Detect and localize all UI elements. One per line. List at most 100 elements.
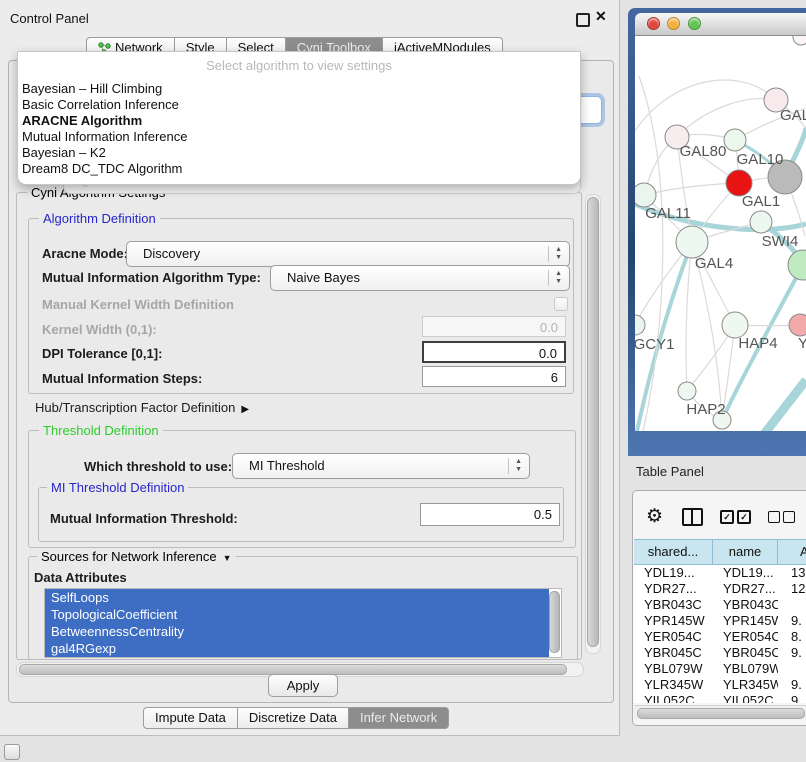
listbox-scrollbar-thumb[interactable] xyxy=(549,591,560,653)
settings-vertical-scrollbar[interactable] xyxy=(585,194,601,654)
algorithm-option-dream8-dc-tdc-algorithm[interactable]: Dream8 DC_TDC Algorithm xyxy=(18,161,580,177)
hub-definition-toggle[interactable]: Hub/Transcription Factor Definition▶ xyxy=(35,400,249,415)
manual-kernel-width-checkbox[interactable] xyxy=(554,297,568,311)
close-window-icon[interactable] xyxy=(647,17,660,30)
network-edge[interactable] xyxy=(761,380,806,431)
sources-title-text: Sources for Network Inference xyxy=(41,549,217,564)
table-cell: 9. xyxy=(778,613,806,629)
table-row[interactable]: YDL19...YDL19...13 xyxy=(634,565,806,581)
network-node-y[interactable] xyxy=(789,314,806,336)
network-edge[interactable] xyxy=(635,80,776,131)
algorithm-option-basic-correlation-inference[interactable]: Basic Correlation Inference xyxy=(18,97,580,113)
unchecked-box-icon xyxy=(783,511,795,523)
network-node[interactable] xyxy=(793,36,806,45)
sources-group-title[interactable]: Sources for Network Inference ▼ xyxy=(37,549,236,564)
table-cell: YPR145W xyxy=(634,613,713,629)
minimize-window-icon[interactable] xyxy=(667,17,680,30)
dpi-tolerance-label: DPI Tolerance [0,1]: xyxy=(42,346,162,361)
settings-vscroll-thumb[interactable] xyxy=(587,197,599,647)
data-attributes-listbox[interactable]: SelfLoopsTopologicalCoefficientBetweenne… xyxy=(44,588,562,658)
aracne-mode-combo[interactable]: Discovery ▲▼ xyxy=(126,241,570,267)
split-columns-icon[interactable] xyxy=(682,508,703,526)
restore-panel-icon[interactable] xyxy=(4,744,20,760)
table-row[interactable]: YLR345WYLR345W9. xyxy=(634,677,806,693)
network-node-hap2[interactable] xyxy=(678,382,696,400)
mi-algorithm-type-combo[interactable]: Naive Bayes ▲▼ xyxy=(270,265,570,291)
network-window-titlebar[interactable] xyxy=(635,13,806,36)
bottom-tab-infer-network[interactable]: Infer Network xyxy=(349,707,449,729)
apply-button[interactable]: Apply xyxy=(268,674,338,697)
table-cell: YIL052C xyxy=(634,693,713,703)
hide-columns-icon[interactable] xyxy=(768,511,795,523)
kernel-width-field[interactable]: 0.0 xyxy=(422,316,566,337)
checked-box-icon: ✓ xyxy=(737,510,751,524)
table-row[interactable]: YBR043CYBR043C xyxy=(634,597,806,613)
network-node-swi4[interactable] xyxy=(750,211,772,233)
network-edge[interactable] xyxy=(644,183,739,195)
table-cell: YBR043C xyxy=(634,597,713,613)
data-attribute-item-betweennesscentrality[interactable]: BetweennessCentrality xyxy=(45,623,549,640)
data-attribute-item-selfloops[interactable]: SelfLoops xyxy=(45,589,549,606)
table-cell: 13 xyxy=(778,565,806,581)
mi-threshold-field[interactable]: 0.5 xyxy=(420,503,560,526)
cyni-mode-tab-bar: Impute DataDiscretize DataInfer Network xyxy=(143,707,449,729)
table-cell: YBL079W xyxy=(634,661,713,677)
column-header-a[interactable]: A xyxy=(778,539,806,565)
network-node-gal4[interactable] xyxy=(676,226,708,258)
network-node-gal10[interactable] xyxy=(724,129,746,151)
dpi-tolerance-field[interactable]: 0.0 xyxy=(422,341,566,363)
column-header-shared[interactable]: shared... xyxy=(634,539,713,565)
network-node[interactable] xyxy=(788,250,806,280)
network-node-gal11[interactable] xyxy=(635,183,656,207)
algorithm-option-aracne-algorithm[interactable]: ARACNE Algorithm xyxy=(18,113,580,129)
network-edge[interactable] xyxy=(686,242,692,391)
which-threshold-combo[interactable]: MI Threshold ▲▼ xyxy=(232,453,530,479)
node-label-y: Y xyxy=(798,335,806,352)
table-cell: 9. xyxy=(778,693,806,703)
checked-box-icon: ✓ xyxy=(720,510,734,524)
network-canvas[interactable]: GALGAL80GAL10GAL1GAL11SWI4GAL4GCY1HAP4YH… xyxy=(635,36,806,431)
data-attributes-label: Data Attributes xyxy=(34,570,127,585)
manual-kernel-width-label: Manual Kernel Width Definition xyxy=(42,297,234,312)
table-cell: YDR27... xyxy=(634,581,713,597)
float-panel-icon[interactable] xyxy=(576,13,590,27)
close-panel-icon[interactable]: ✕ xyxy=(595,8,607,25)
algorithm-dropdown-popup: Select algorithm to view settings Bayesi… xyxy=(17,51,581,185)
panel-title: Control Panel xyxy=(10,11,89,26)
data-attribute-item-topologicalcoefficient[interactable]: TopologicalCoefficient xyxy=(45,606,549,623)
bottom-tab-discretize-data[interactable]: Discretize Data xyxy=(238,707,349,729)
table-row[interactable]: YIL052CYIL052C9. xyxy=(634,693,806,703)
table-cell: YDL19... xyxy=(713,565,778,581)
algorithm-option-bayesian-k2[interactable]: Bayesian – K2 xyxy=(18,145,580,161)
column-header-name[interactable]: name xyxy=(713,539,778,565)
table-cell: YBR043C xyxy=(713,597,778,613)
gear-icon[interactable]: ⚙ xyxy=(646,507,663,527)
table-cell: YBL079W xyxy=(713,661,778,677)
table-cell: YDL19... xyxy=(634,565,713,581)
table-row[interactable]: YBR045CYBR045C9. xyxy=(634,645,806,661)
show-columns-icon[interactable]: ✓✓ xyxy=(720,510,751,524)
zoom-window-icon[interactable] xyxy=(688,17,701,30)
table-row[interactable]: YDR27...YDR27...12 xyxy=(634,581,806,597)
table-horizontal-scrollbar[interactable] xyxy=(634,705,806,719)
node-label-hap4: HAP4 xyxy=(738,335,777,352)
data-attribute-item-gal4rgexp[interactable]: gal4RGexp xyxy=(45,640,549,657)
bottom-tab-impute-data[interactable]: Impute Data xyxy=(143,707,238,729)
network-node-gcy1[interactable] xyxy=(635,315,645,335)
collapse-down-icon: ▼ xyxy=(223,553,232,563)
algorithm-dropdown-placeholder: Select algorithm to view settings xyxy=(18,52,580,81)
table-row[interactable]: YPR145WYPR145W9. xyxy=(634,613,806,629)
node-label-swi4: SWI4 xyxy=(762,233,799,250)
mi-steps-field[interactable]: 6 xyxy=(422,366,566,387)
which-threshold-label: Which threshold to use: xyxy=(84,459,232,474)
network-view-window[interactable]: GALGAL80GAL10GAL1GAL11SWI4GAL4GCY1HAP4YH… xyxy=(628,8,806,456)
table-hscroll-thumb[interactable] xyxy=(637,708,805,719)
algorithm-option-bayesian-hill-climbing[interactable]: Bayesian – Hill Climbing xyxy=(18,81,580,97)
table-row[interactable]: YER054CYER054C8. xyxy=(634,629,806,645)
network-graph[interactable]: GALGAL80GAL10GAL1GAL11SWI4GAL4GCY1HAP4YH… xyxy=(635,36,806,431)
table-row[interactable]: YBL079WYBL079W xyxy=(634,661,806,677)
node-label-gcy1: GCY1 xyxy=(635,336,674,353)
algorithm-definition-title: Algorithm Definition xyxy=(39,211,160,226)
algorithm-option-mutual-information-inference[interactable]: Mutual Information Inference xyxy=(18,129,580,145)
network-edge[interactable] xyxy=(677,99,776,137)
